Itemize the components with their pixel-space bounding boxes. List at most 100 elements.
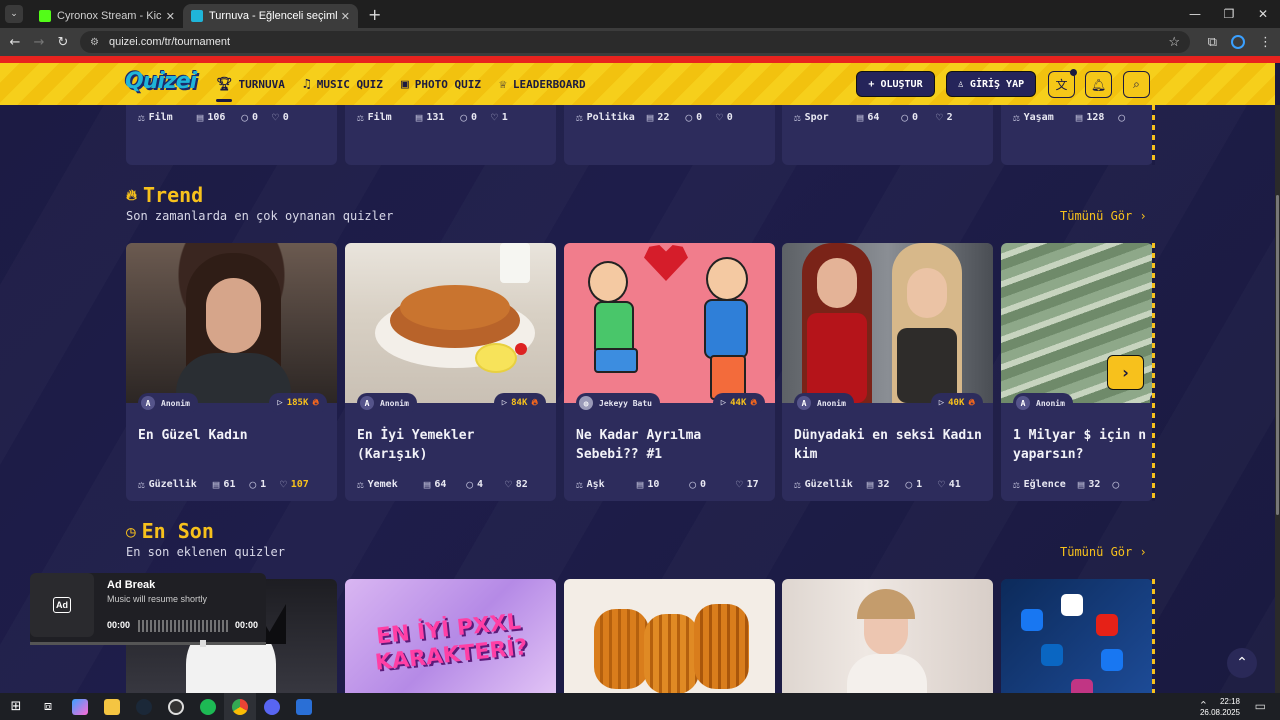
quiz-card[interactable]: ⚖ Spor ▤ 64 ◯ 0 ♡ 2 [782, 105, 993, 165]
close-tab-icon[interactable]: ✕ [341, 10, 350, 23]
tab-kick-dashboard[interactable]: Cyronox Stream - Kick Dashboard ✕ [31, 4, 183, 28]
category-icon: ⚖ [357, 111, 364, 124]
login-button[interactable]: ♙ GİRİŞ YAP [946, 71, 1036, 97]
category-label: Eğlence [1023, 479, 1066, 490]
latest-card[interactable]: EN İYİ PXXL KARAKTERİ? [345, 579, 556, 693]
forward-icon[interactable]: → [27, 35, 51, 50]
latest-card[interactable] [782, 579, 993, 693]
card-badges: A Anonim ▷ 185K 🔥︎ [138, 393, 327, 413]
carousel-next-button[interactable]: › [1107, 355, 1144, 390]
copilot-icon[interactable] [1231, 35, 1245, 49]
steam-icon[interactable] [128, 693, 160, 720]
plays-count: 185K [286, 398, 309, 408]
quiz-card[interactable]: ⚖ Yaşam ▤ 128 ◯ [1001, 105, 1153, 165]
questions-count: 106 [207, 112, 226, 123]
nav-music-quiz[interactable]: ♫ MUSIC QUIZ [303, 77, 383, 92]
likes-count: 107 [290, 479, 309, 490]
trend-card[interactable]: ◍ Jekeyy Batu ▷ 44K 🔥︎ Ne Kadar Ayrılma Seb… [564, 243, 775, 501]
category-icon: ⚖ [138, 478, 145, 491]
quizei-logo[interactable]: Quizei [125, 69, 197, 94]
ad-icon: Ad [53, 597, 71, 613]
close-window-icon[interactable]: ✕ [1246, 0, 1280, 28]
questions-icon: ▤ [212, 478, 220, 491]
card-title[interactable]: 1 Milyar $ için n yaparsın? [1013, 426, 1153, 464]
bookmark-star-icon[interactable]: ☆ [1168, 34, 1180, 50]
nav-leaderboard[interactable]: ♕ LEADERBOARD [499, 77, 586, 92]
quiz-card[interactable]: ⚖ Politika ▤ 22 ◯ 0 ♡ 0 [564, 105, 775, 165]
questions-icon: ▤ [196, 111, 204, 124]
notifications-button[interactable]: 🔔︎ [1085, 71, 1112, 98]
scroll-to-top-button[interactable]: ⌃ [1227, 648, 1257, 678]
category-label: Spor [804, 112, 829, 123]
author-badge[interactable]: ◍ Jekeyy Batu [576, 393, 660, 413]
task-view-icon[interactable]: ⧈ [32, 693, 64, 720]
chevron-right-icon: › [1122, 363, 1129, 382]
heart-icon: ♡ [716, 111, 723, 124]
fire-icon: 🔥︎ [312, 398, 319, 408]
trend-see-all-link[interactable]: Tümünü Gör › [1060, 209, 1147, 223]
nav-photo-quiz[interactable]: ▣ PHOTO QUIZ [401, 77, 481, 92]
questions-icon: ▤ [636, 478, 644, 491]
card-thumbnail [564, 579, 775, 693]
search-button[interactable]: ⌕ [1123, 71, 1150, 98]
extensions-icon[interactable]: ⧉ [1208, 35, 1217, 50]
plays-count: 44K [730, 398, 747, 408]
windows-start-icon[interactable]: ⊞ [0, 693, 32, 720]
quiz-card[interactable]: ⚖ Film ▤ 106 ◯ 0 ♡ 0 [126, 105, 337, 165]
author-name: Anonim [380, 398, 409, 408]
questions-icon: ▤ [646, 111, 654, 124]
category-icon: ⚖ [138, 111, 145, 124]
system-clock[interactable]: 22:18 26.08.2025 [1200, 696, 1240, 718]
card-title[interactable]: Dünyadaki en seksi Kadın kim [794, 426, 985, 464]
chrome-icon[interactable] [224, 693, 256, 720]
discord-icon[interactable] [256, 693, 288, 720]
app-icon[interactable] [288, 693, 320, 720]
nav-turnuva[interactable]: 🏆︎ TURNUVA [216, 77, 285, 102]
quiz-card[interactable]: ⚖ Film ▤ 131 ◯ 0 ♡ 1 [345, 105, 556, 165]
browser-menu-icon[interactable]: ⋮ [1259, 35, 1272, 50]
trend-card[interactable]: A Anonim ▷ 185K 🔥︎ En Güzel Kadın ⚖ Güzellik… [126, 243, 337, 501]
latest-title: En Son [141, 519, 214, 543]
card-meta: ⚖ Film ▤ 131 ◯ 0 ♡ 1 [357, 111, 548, 124]
card-title[interactable]: Ne Kadar Ayrılma Sebebi?? #1 [576, 426, 767, 464]
browser-tabbar: ⌄ Cyronox Stream - Kick Dashboard ✕ Turn… [0, 0, 1280, 28]
minimize-icon[interactable]: — [1178, 0, 1212, 28]
scrollbar-thumb[interactable] [1276, 195, 1279, 515]
close-tab-icon[interactable]: ✕ [166, 10, 175, 23]
card-meta: ⚖ Politika ▤ 22 ◯ 0 ♡ 0 [576, 111, 767, 124]
ad-progress-bar[interactable] [30, 640, 266, 647]
tab-quizei-tournament[interactable]: Turnuva - Eğlenceli seçimler yap ✕ [183, 4, 358, 28]
language-button[interactable]: 文 [1048, 69, 1077, 98]
file-explorer-icon[interactable] [96, 693, 128, 720]
see-all-label: Tümünü Gör [1060, 209, 1133, 223]
back-icon[interactable]: ← [3, 35, 27, 50]
author-badge[interactable]: A Anonim [1013, 393, 1073, 413]
plays-count: 84K [511, 398, 528, 408]
spotify-icon[interactable] [192, 693, 224, 720]
latest-card[interactable] [1001, 579, 1153, 693]
trend-card[interactable]: A Anonim ▷ 84K 🔥︎ En İyi Yemekler (Karışık)… [345, 243, 556, 501]
author-badge[interactable]: A Anonim [138, 393, 198, 413]
card-title[interactable]: En Güzel Kadın [138, 426, 329, 445]
page-scrollbar[interactable] [1275, 105, 1280, 693]
notification-center-icon[interactable]: ▭ [1255, 699, 1266, 713]
obs-icon[interactable] [160, 693, 192, 720]
ad-progress-knob[interactable] [200, 640, 206, 647]
category-label: Güzellik [148, 479, 197, 490]
tab-search-button[interactable]: ⌄ [5, 5, 23, 23]
site-info-icon[interactable]: ⚙ [90, 37, 99, 48]
card-title[interactable]: En İyi Yemekler (Karışık) [357, 426, 548, 464]
card-thumbnail: EN İYİ PXXL KARAKTERİ? [345, 579, 556, 693]
create-button[interactable]: + OLUŞTUR [856, 71, 935, 97]
reload-icon[interactable]: ↻ [51, 35, 75, 50]
copilot-app-icon[interactable] [64, 693, 96, 720]
user-icon: ♙ [957, 78, 964, 90]
latest-see-all-link[interactable]: Tümünü Gör › [1060, 545, 1147, 559]
author-badge[interactable]: A Anonim [794, 393, 854, 413]
new-tab-icon[interactable]: + [368, 5, 381, 24]
address-bar[interactable]: ⚙ quizei.com/tr/tournament ☆ [80, 31, 1190, 53]
restore-icon[interactable]: ❐ [1212, 0, 1246, 28]
latest-card[interactable] [564, 579, 775, 693]
trend-card[interactable]: A Anonim ▷ 40K 🔥︎ Dünyadaki en seksi Kadın … [782, 243, 993, 501]
author-badge[interactable]: A Anonim [357, 393, 417, 413]
